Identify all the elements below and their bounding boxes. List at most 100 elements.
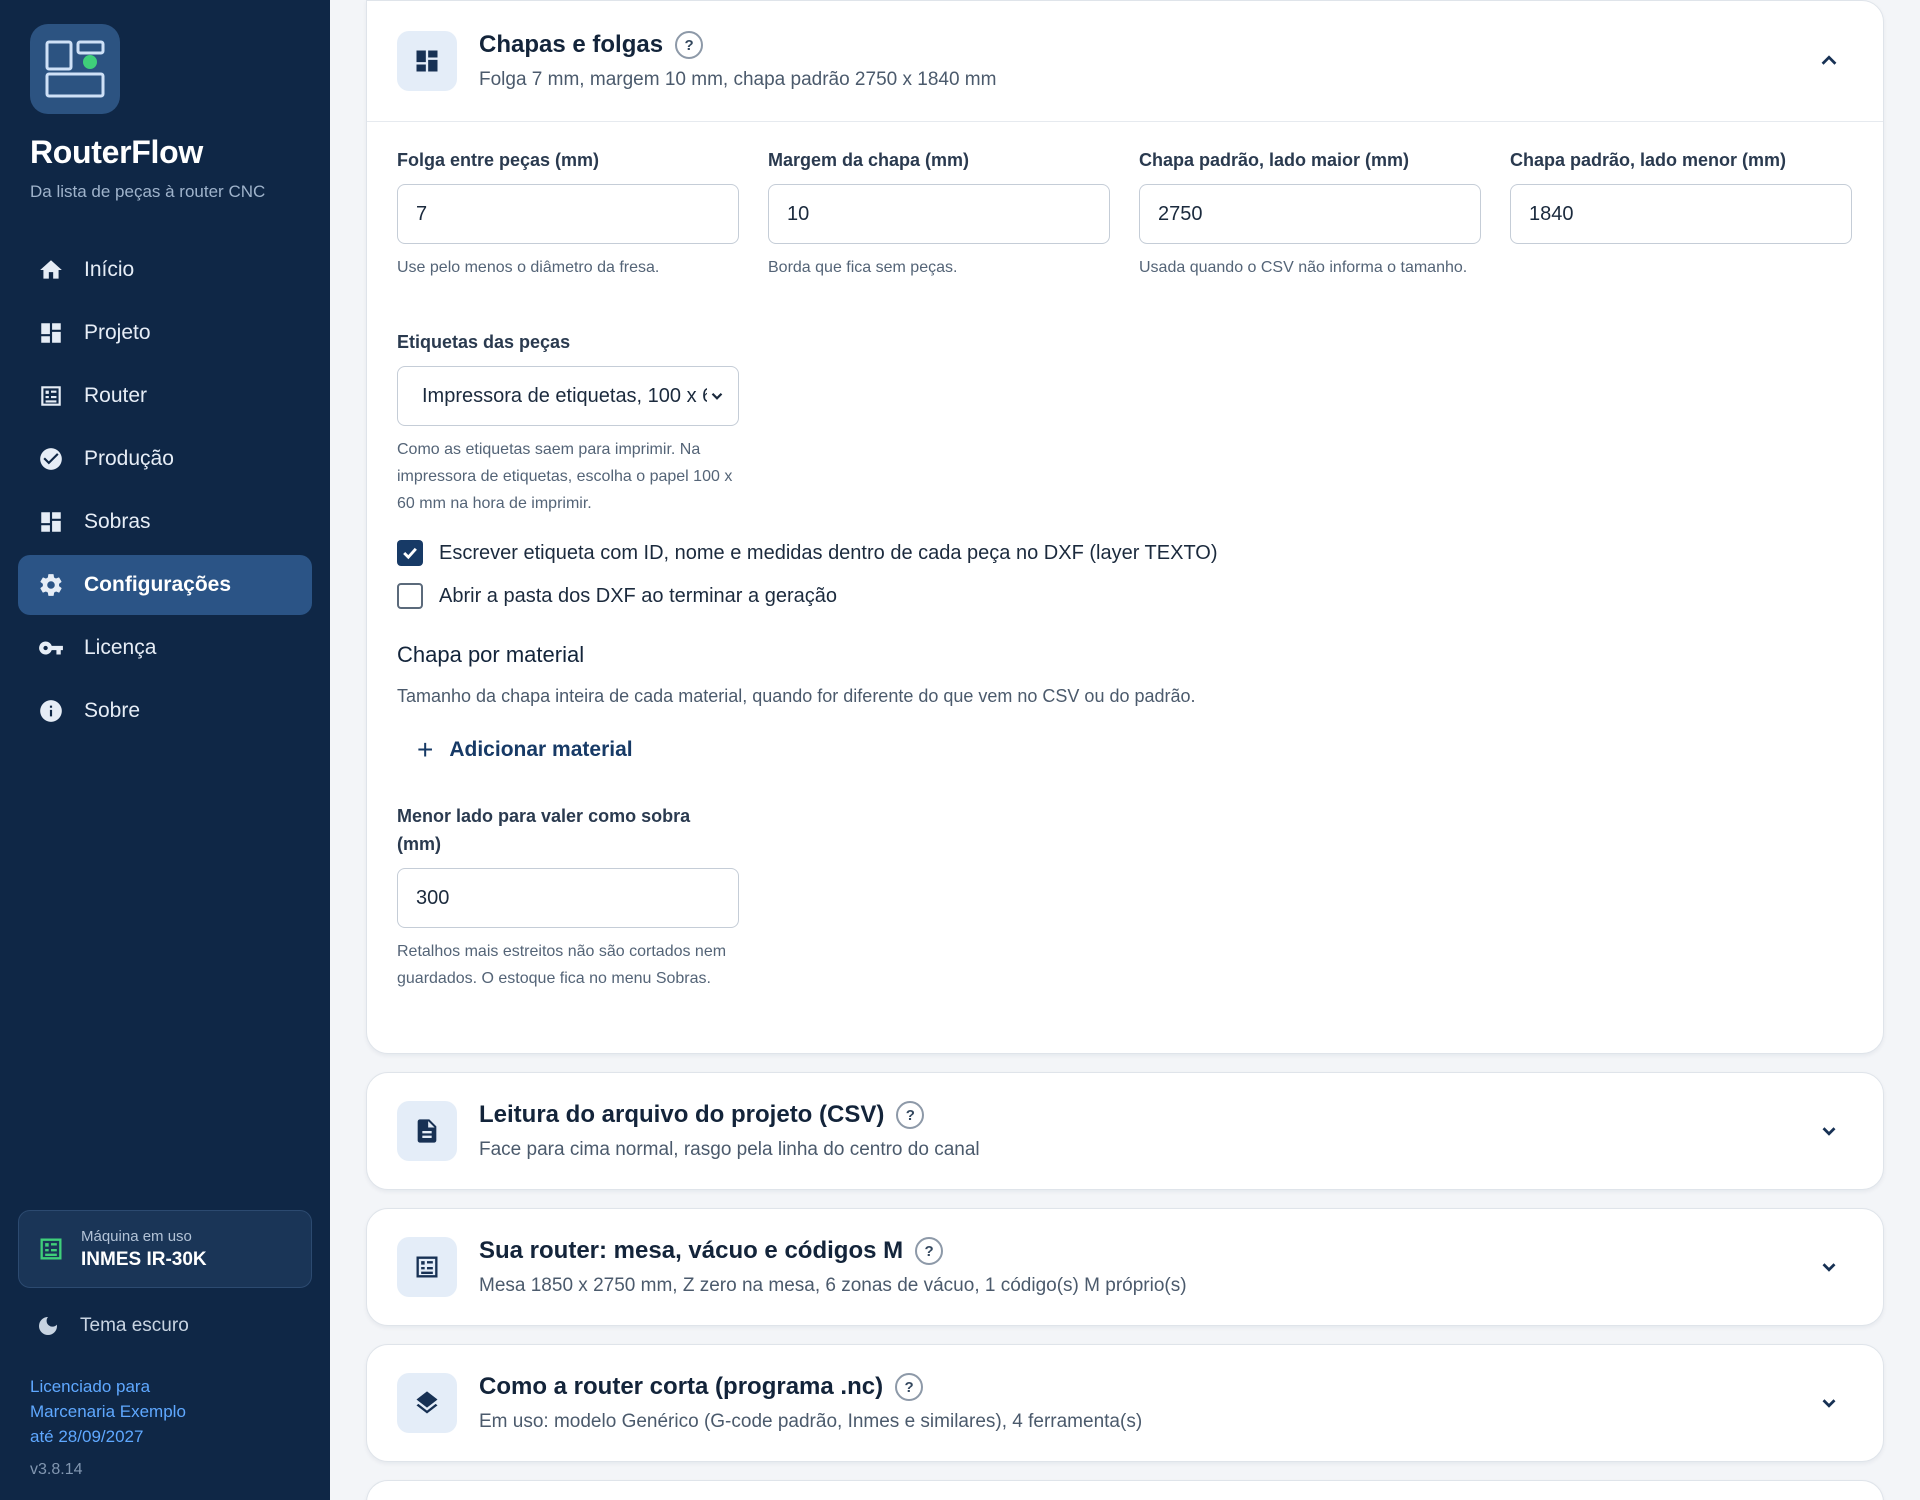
- chevron-down-icon[interactable]: [1817, 1391, 1841, 1415]
- sidebar-nav: Início Projeto Router Produção Sobras Co…: [18, 240, 312, 744]
- margin-field-group: Margem da chapa (mm) 10 Borda que fica s…: [768, 146, 1110, 281]
- gap-field-group: Folga entre peças (mm) 7 Use pelo menos …: [397, 146, 739, 281]
- leftover-input[interactable]: 300: [397, 868, 739, 928]
- app-version: v3.8.14: [30, 1461, 83, 1478]
- sidebar-item-label: Sobras: [84, 510, 151, 533]
- csv-card-header[interactable]: Leitura do arquivo do projeto (CSV) ? Fa…: [367, 1073, 1883, 1189]
- write-label-dxf-option[interactable]: Escrever etiqueta com ID, nome e medidas…: [397, 540, 1218, 566]
- material-section-title: Chapa por material: [397, 642, 585, 667]
- gap-input[interactable]: 7: [397, 184, 739, 244]
- sidebar-item-licenca[interactable]: Licença: [18, 618, 312, 678]
- plus-icon: +: [417, 734, 434, 765]
- sidebar-item-router[interactable]: Router: [18, 366, 312, 426]
- dark-theme-toggle[interactable]: Tema escuro: [36, 1314, 189, 1338]
- machine-name: INMES IR-30K: [81, 1248, 207, 1270]
- help-icon[interactable]: ?: [895, 1373, 924, 1401]
- sheets-card-header[interactable]: Chapas e folgas ? Folga 7 mm, margem 10 …: [367, 1, 1883, 121]
- info-icon: [36, 696, 66, 726]
- document-icon: [397, 1101, 457, 1161]
- machine-card[interactable]: Máquina em uso INMES IR-30K: [18, 1210, 312, 1288]
- sheets-settings-card: Chapas e folgas ? Folga 7 mm, margem 10 …: [366, 0, 1884, 1054]
- labels-select-value: Impressora de etiquetas, 100 x 60 mm: [422, 384, 707, 407]
- card-subtitle: Mesa 1850 x 2750 mm, Z zero na mesa, 6 z…: [479, 1275, 1187, 1296]
- margin-label: Margem da chapa (mm): [768, 150, 970, 170]
- margin-input[interactable]: 10: [768, 184, 1110, 244]
- short-side-input[interactable]: 1840: [1510, 184, 1852, 244]
- long-side-input[interactable]: 2750: [1139, 184, 1481, 244]
- help-icon[interactable]: ?: [896, 1101, 925, 1129]
- router-icon: [397, 1237, 457, 1297]
- sidebar-item-producao[interactable]: Produção: [18, 429, 312, 489]
- gear-icon: [36, 570, 66, 600]
- dashboard-icon: [36, 318, 66, 348]
- add-material-label: Adicionar material: [449, 738, 633, 761]
- sidebar-item-configuracoes[interactable]: Configurações: [18, 555, 312, 615]
- card-title: Chapas e folgas: [479, 31, 664, 58]
- app-tagline: Da lista de peças à router CNC: [30, 182, 266, 201]
- dashboard-icon: [397, 31, 457, 91]
- sidebar: RouterFlow Da lista de peças à router CN…: [0, 0, 330, 1500]
- check-circle-icon: [36, 444, 66, 474]
- license-expiry: até 28/09/2027: [30, 1427, 144, 1446]
- sidebar-item-sobre[interactable]: Sobre: [18, 681, 312, 741]
- chevron-down-icon[interactable]: [1817, 1255, 1841, 1279]
- sidebar-item-inicio[interactable]: Início: [18, 240, 312, 300]
- chevron-down-icon: [708, 387, 726, 405]
- main-content: Chapas e folgas ? Folga 7 mm, margem 10 …: [366, 0, 1884, 1500]
- help-icon[interactable]: ?: [915, 1237, 944, 1265]
- help-icon[interactable]: ?: [675, 31, 704, 59]
- sidebar-item-projeto[interactable]: Projeto: [18, 303, 312, 363]
- theme-toggle-label: Tema escuro: [80, 1315, 189, 1336]
- app-name: RouterFlow: [30, 134, 203, 170]
- chevron-up-icon[interactable]: [1817, 49, 1841, 73]
- long-side-hint: Usada quando o CSV não informa o tamanho…: [1139, 259, 1468, 276]
- license-line: Licenciado para: [30, 1377, 151, 1396]
- cut-card-header[interactable]: Como a router corta (programa .nc) ? Em …: [367, 1345, 1883, 1461]
- router-card-header[interactable]: Sua router: mesa, vácuo e códigos M ? Me…: [367, 1209, 1883, 1325]
- write-label-dxf-label: Escrever etiqueta com ID, nome e medidas…: [439, 541, 1218, 564]
- card-title: Sua router: mesa, vácuo e códigos M: [479, 1237, 904, 1264]
- card-title: Como a router corta (programa .nc): [479, 1373, 884, 1400]
- material-section-desc: Tamanho da chapa inteira de cada materia…: [397, 686, 1196, 706]
- labels-hint: Como as etiquetas saem para imprimir. Na…: [397, 441, 733, 512]
- leftover-hint: Retalhos mais estreitos não são cortados…: [397, 943, 727, 987]
- card-subtitle: Folga 7 mm, margem 10 mm, chapa padrão 2…: [479, 69, 997, 90]
- card-subtitle: Face para cima normal, rasgo pela linha …: [479, 1139, 980, 1160]
- license-holder: Marcenaria Exemplo: [30, 1402, 186, 1421]
- license-info[interactable]: Licenciado para Marcenaria Exemplo até 2…: [30, 1374, 290, 1449]
- short-side-field-group: Chapa padrão, lado menor (mm) 1840: [1510, 146, 1852, 244]
- leftover-field-group: Menor lado para valer como sobra (mm) 30…: [397, 802, 739, 992]
- sidebar-item-label: Projeto: [84, 321, 151, 344]
- moon-icon: [39, 1317, 57, 1335]
- labels-field-group: Etiquetas das peças Impressora de etique…: [397, 328, 739, 517]
- sidebar-item-sobras[interactable]: Sobras: [18, 492, 312, 552]
- sidebar-item-label: Produção: [84, 447, 174, 470]
- router-settings-card: Sua router: mesa, vácuo e códigos M ? Me…: [366, 1208, 1884, 1326]
- sidebar-item-label: Configurações: [84, 573, 232, 596]
- labels-select[interactable]: Impressora de etiquetas, 100 x 60 mm: [397, 366, 739, 426]
- open-folder-checkbox[interactable]: [397, 583, 423, 609]
- home-icon: [36, 255, 66, 285]
- gap-label: Folga entre peças (mm): [397, 150, 600, 170]
- sidebar-item-label: Licença: [84, 636, 157, 659]
- long-side-field-group: Chapa padrão, lado maior (mm) 2750 Usada…: [1139, 146, 1481, 281]
- check-icon: [403, 547, 417, 560]
- margin-hint: Borda que fica sem peças.: [768, 259, 958, 276]
- csv-settings-card: Leitura do arquivo do projeto (CSV) ? Fa…: [366, 1072, 1884, 1190]
- long-side-label: Chapa padrão, lado maior (mm): [1139, 150, 1410, 170]
- chevron-down-icon[interactable]: [1817, 1119, 1841, 1143]
- gap-hint: Use pelo menos o diâmetro da fresa.: [397, 259, 660, 276]
- leftover-label: Menor lado para valer como sobra (mm): [397, 806, 691, 854]
- layers-icon: [397, 1373, 457, 1433]
- router-icon: [36, 381, 66, 411]
- add-material-button[interactable]: + Adicionar material: [417, 734, 633, 766]
- write-label-dxf-checkbox[interactable]: [397, 540, 423, 566]
- open-folder-label: Abrir a pasta dos DXF ao terminar a gera…: [439, 584, 837, 607]
- machine-label: Máquina em uso: [81, 1227, 192, 1245]
- key-icon: [36, 633, 66, 663]
- cut-program-settings-card: Como a router corta (programa .nc) ? Em …: [366, 1344, 1884, 1462]
- open-folder-option[interactable]: Abrir a pasta dos DXF ao terminar a gera…: [397, 583, 837, 609]
- sidebar-item-label: Início: [84, 258, 135, 281]
- app-logo: [30, 24, 120, 114]
- sheets-card-body: Folga entre peças (mm) 7 Use pelo menos …: [367, 121, 1883, 1053]
